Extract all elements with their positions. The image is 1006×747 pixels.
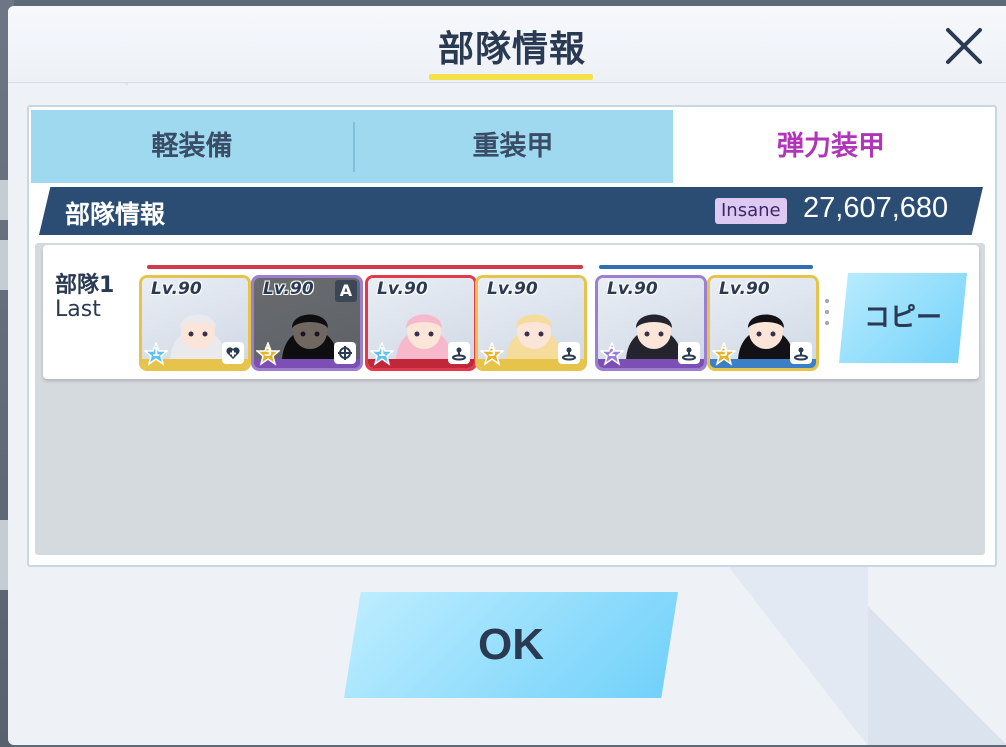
decor-triangle	[868, 606, 1006, 745]
dialog-title: 部隊情報	[437, 29, 586, 70]
tank-icon	[448, 342, 470, 364]
team-panel: 軽装備 重装甲 弾力装甲 部隊情報 Insane 27,607,680 部隊1 …	[27, 105, 997, 567]
star-icon: 1	[142, 340, 170, 366]
dialog-header: 部隊情報	[8, 6, 1006, 83]
info-bar-title: 部隊情報	[65, 200, 166, 229]
title-underline	[429, 74, 593, 80]
member-level: Lv.90	[263, 279, 314, 299]
armor-tabs: 軽装備 重装甲 弾力装甲	[31, 110, 989, 183]
member-level: Lv.90	[607, 279, 658, 299]
team-name: 部隊1	[55, 273, 115, 298]
member-level: Lv.90	[487, 279, 538, 299]
team-sub-label: Last	[55, 297, 101, 322]
member-card[interactable]: Lv.90 A 3	[251, 275, 363, 371]
tank-icon	[678, 342, 700, 364]
star-count: 3	[487, 345, 497, 359]
total-score: 27,607,680	[803, 192, 949, 224]
striker-group-line	[147, 265, 583, 269]
member-card[interactable]: Lv.90 2	[595, 275, 707, 371]
difficulty-badge: Insane	[715, 198, 787, 224]
star-icon: 3	[478, 340, 506, 366]
tab-heavy-armor[interactable]: 重装甲	[355, 110, 671, 183]
tab-light-armor[interactable]: 軽装備	[31, 110, 353, 183]
team-info-dialog: 部隊情報 軽装備 重装甲 弾力装甲 部隊情報 Insane 27,607,680	[8, 6, 1006, 745]
close-button[interactable]	[938, 20, 990, 72]
star-count: 1	[377, 345, 387, 359]
copy-button[interactable]: コピー	[839, 273, 967, 363]
decor-triangle	[728, 566, 868, 745]
more-options-icon	[825, 299, 829, 331]
team-row: 部隊1 Last Lv.90 1 Lv.90 A 3 Lv.90 1 Lv.90 3 Lv.90 2…	[43, 245, 979, 379]
member-level: Lv.90	[719, 279, 770, 299]
assist-badge: A	[335, 280, 357, 302]
tab-elastic-armor[interactable]: 弾力装甲	[673, 110, 989, 183]
member-level: Lv.90	[151, 279, 202, 299]
star-icon: 3	[710, 340, 738, 366]
ok-button[interactable]: OK	[344, 592, 678, 698]
tank-icon	[558, 342, 580, 364]
team-list: 部隊1 Last Lv.90 1 Lv.90 A 3 Lv.90 1 Lv.90 3 Lv.90 2…	[35, 243, 985, 555]
tank-icon	[790, 342, 812, 364]
star-icon: 2	[598, 340, 626, 366]
member-card[interactable]: Lv.90 1	[139, 275, 251, 371]
member-card[interactable]: Lv.90 3	[707, 275, 819, 371]
heal-icon	[222, 342, 244, 364]
star-icon: 3	[254, 340, 282, 366]
special-group-line	[599, 265, 813, 269]
star-count: 3	[719, 345, 729, 359]
member-level: Lv.90	[377, 279, 428, 299]
star-count: 3	[263, 345, 273, 359]
star-count: 1	[151, 345, 161, 359]
close-icon	[938, 20, 990, 72]
star-icon: 1	[368, 340, 396, 366]
member-card[interactable]: Lv.90 1	[365, 275, 477, 371]
team-info-bar: 部隊情報 Insane 27,607,680	[39, 187, 983, 235]
member-card[interactable]: Lv.90 3	[475, 275, 587, 371]
star-count: 2	[607, 345, 617, 359]
target-icon	[334, 342, 356, 364]
